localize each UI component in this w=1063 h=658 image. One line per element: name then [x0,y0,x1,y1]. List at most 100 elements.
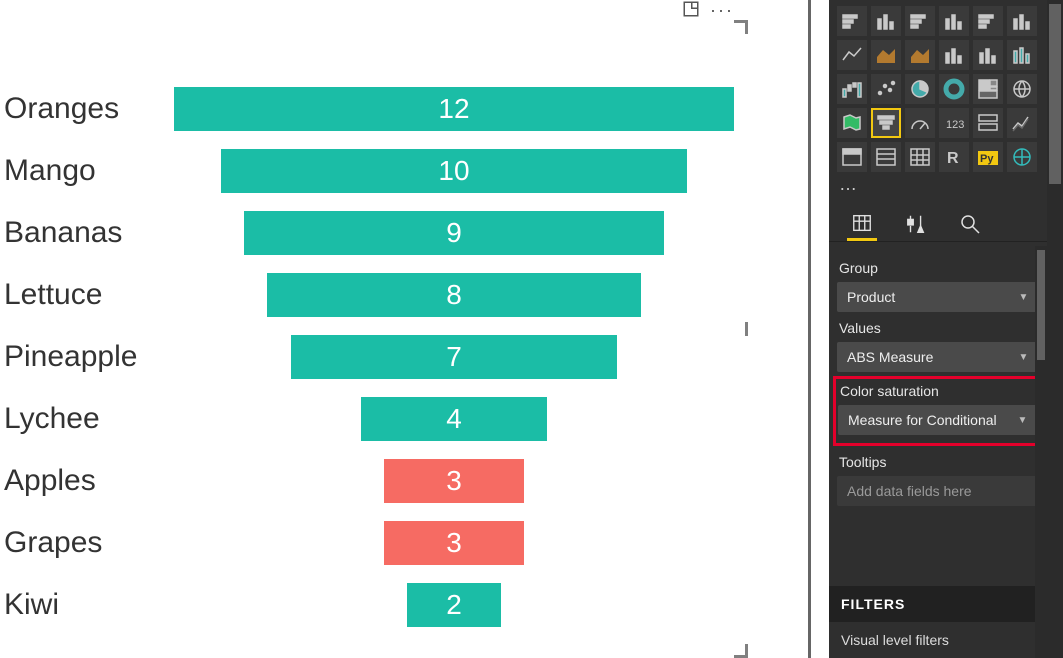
bar-wrap: 3 [160,459,748,503]
more-options-icon[interactable]: ··· [710,0,734,21]
funnel-row[interactable]: Apples 3 [0,450,748,512]
visualization-gallery: 123 R Py [829,0,1063,172]
funnel-bar[interactable]: 4 [361,397,548,441]
focus-mode-icon[interactable] [682,0,700,23]
visualizations-pane: 123 R Py … Group Product ▼ ✕ Values [829,0,1063,658]
funnel-row[interactable]: Kiwi 2 [0,574,748,636]
bar-wrap: 12 [160,87,748,131]
fields-tab[interactable] [847,207,877,241]
svg-text:R: R [947,150,959,167]
category-label: Kiwi [0,588,160,622]
funnel-bar[interactable]: 9 [244,211,664,255]
stacked-bar-viz-icon[interactable] [837,6,867,36]
bar-wrap: 9 [160,211,748,255]
funnel-row[interactable]: Oranges12 [0,78,748,140]
multi-card-viz-icon[interactable] [973,108,1003,138]
bar-wrap: 2 [160,583,748,627]
selection-corner-br [734,644,748,658]
tooltips-placeholder[interactable]: Add data fields here [837,476,1055,506]
svg-text:Py: Py [980,153,994,165]
clustered-bar-viz-icon[interactable] [905,6,935,36]
scatter-viz-icon[interactable] [871,74,901,104]
scrollbar-thumb[interactable] [1049,4,1061,184]
chevron-down-icon[interactable]: ▼ [1019,292,1029,303]
pie-viz-icon[interactable] [905,74,935,104]
category-label: Bananas [0,216,160,250]
filled-map-viz-icon[interactable] [837,108,867,138]
group-field-pill[interactable]: Product ▼ ✕ [837,282,1055,312]
python-visual-viz-icon[interactable]: Py [973,142,1003,172]
stacked-column-viz-icon[interactable] [871,6,901,36]
funnel-bar[interactable]: 3 [384,459,524,503]
funnel-row[interactable]: Mango 10 [0,140,748,202]
slicer-viz-icon[interactable] [837,142,867,172]
tooltips-placeholder-text: Add data fields here [847,483,1049,499]
format-tabs [829,199,1063,242]
line-clustered-column-viz-icon[interactable] [973,40,1003,70]
funnel-row[interactable]: Bananas 9 [0,202,748,264]
funnel-bar[interactable]: 2 [407,583,500,627]
svg-text:123: 123 [946,119,964,131]
pane-divider[interactable] [808,0,811,658]
funnel-bar[interactable]: 8 [267,273,640,317]
funnel-chart-body: Oranges12 Mango 10 Bananas 9 Lettuce 8 Pineappl… [0,78,748,636]
funnel-row[interactable]: Grapes 3 [0,512,748,574]
donut-viz-icon[interactable] [939,74,969,104]
category-label: Lettuce [0,278,160,312]
line-viz-icon[interactable] [837,40,867,70]
hundred-column-viz-icon[interactable] [1007,6,1037,36]
visual-level-filters-label[interactable]: Visual level filters [829,622,1063,658]
treemap-viz-icon[interactable] [973,74,1003,104]
funnel-bar[interactable]: 12 [174,87,734,131]
map-viz-icon[interactable] [1007,74,1037,104]
selection-corner-tr [734,20,748,34]
field-wells: Group Product ▼ ✕ Values ABS Measure ▼ ✕… [829,242,1063,586]
bar-wrap: 10 [160,149,748,193]
category-label: Lychee [0,402,160,436]
funnel-visual[interactable]: ··· Oranges12 Mango 10 Bananas 9 Lettuce 8 Pine… [0,0,748,658]
line-stacked-column-viz-icon[interactable] [939,40,969,70]
chevron-down-icon[interactable]: ▼ [1019,352,1029,363]
filters-header[interactable]: FILTERS [829,586,1063,622]
funnel-bar[interactable]: 3 [384,521,524,565]
values-field-pill[interactable]: ABS Measure ▼ ✕ [837,342,1055,372]
kpi-viz-icon[interactable] [1007,108,1037,138]
funnel-row[interactable]: Lychee 4 [0,388,748,450]
color-saturation-field-text: Measure for Conditional [848,412,1018,428]
pane-scrollbar[interactable] [1035,246,1047,658]
table-viz-icon[interactable] [871,142,901,172]
category-label: Apples [0,464,160,498]
format-tab[interactable] [901,207,931,241]
ribbon-viz-icon[interactable] [1007,40,1037,70]
matrix-viz-icon[interactable] [905,142,935,172]
hundred-bar-viz-icon[interactable] [973,6,1003,36]
well-label-values: Values [839,320,1053,336]
color-saturation-field-pill[interactable]: Measure for Conditional ▼ ✕ [838,405,1054,435]
r-visual-viz-icon[interactable]: R [939,142,969,172]
card-viz-icon[interactable]: 123 [939,108,969,138]
report-canvas: ··· Oranges12 Mango 10 Bananas 9 Lettuce 8 Pine… [0,0,750,658]
bar-wrap: 7 [160,335,748,379]
bar-wrap: 4 [160,397,748,441]
stacked-area-viz-icon[interactable] [905,40,935,70]
gauge-viz-icon[interactable] [905,108,935,138]
area-viz-icon[interactable] [871,40,901,70]
funnel-row[interactable]: Lettuce 8 [0,264,748,326]
arcgis-viz-icon[interactable] [1007,142,1037,172]
gallery-more[interactable]: … [829,172,1063,199]
bar-wrap: 3 [160,521,748,565]
analytics-tab[interactable] [955,207,985,241]
waterfall-viz-icon[interactable] [837,74,867,104]
funnel-bar[interactable]: 7 [291,335,618,379]
funnel-bar[interactable]: 10 [221,149,688,193]
values-field-text: ABS Measure [847,349,1019,365]
funnel-row[interactable]: Pineapple7 [0,326,748,388]
outer-scrollbar[interactable] [1047,0,1063,658]
chevron-down-icon[interactable]: ▼ [1018,415,1028,426]
category-label: Grapes [0,526,160,560]
well-label-tooltips: Tooltips [839,454,1053,470]
funnel-viz-icon[interactable] [871,108,901,138]
clustered-column-viz-icon[interactable] [939,6,969,36]
category-label: Mango [0,154,160,188]
well-label-group: Group [839,260,1053,276]
